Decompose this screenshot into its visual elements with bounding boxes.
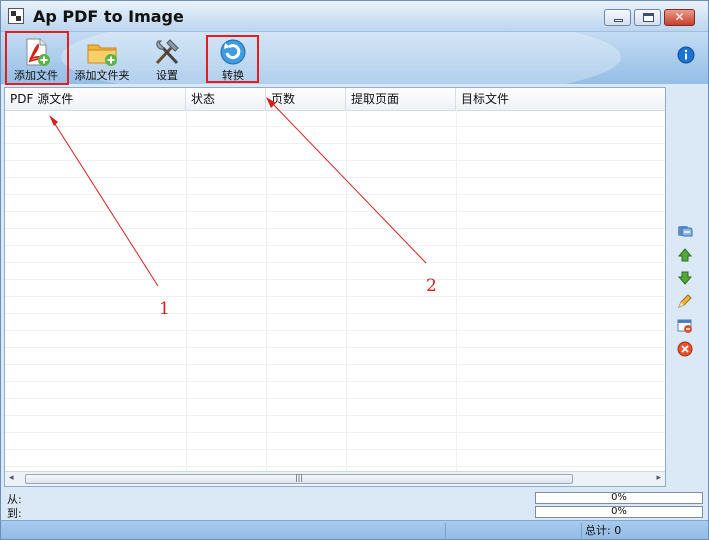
- app-window: Ap PDF to Image ✕ 添加文件 添加文件夹 设置 转换 PDF 源…: [0, 0, 709, 540]
- annotation-label-1: 1: [159, 299, 170, 319]
- annotation-arrows: [49, 97, 427, 287]
- arrowhead-1: [49, 115, 58, 126]
- annotation-label-2: 2: [426, 276, 437, 296]
- annotation-arrow-1: [52, 120, 159, 287]
- annotation-arrow-2: [270, 101, 427, 264]
